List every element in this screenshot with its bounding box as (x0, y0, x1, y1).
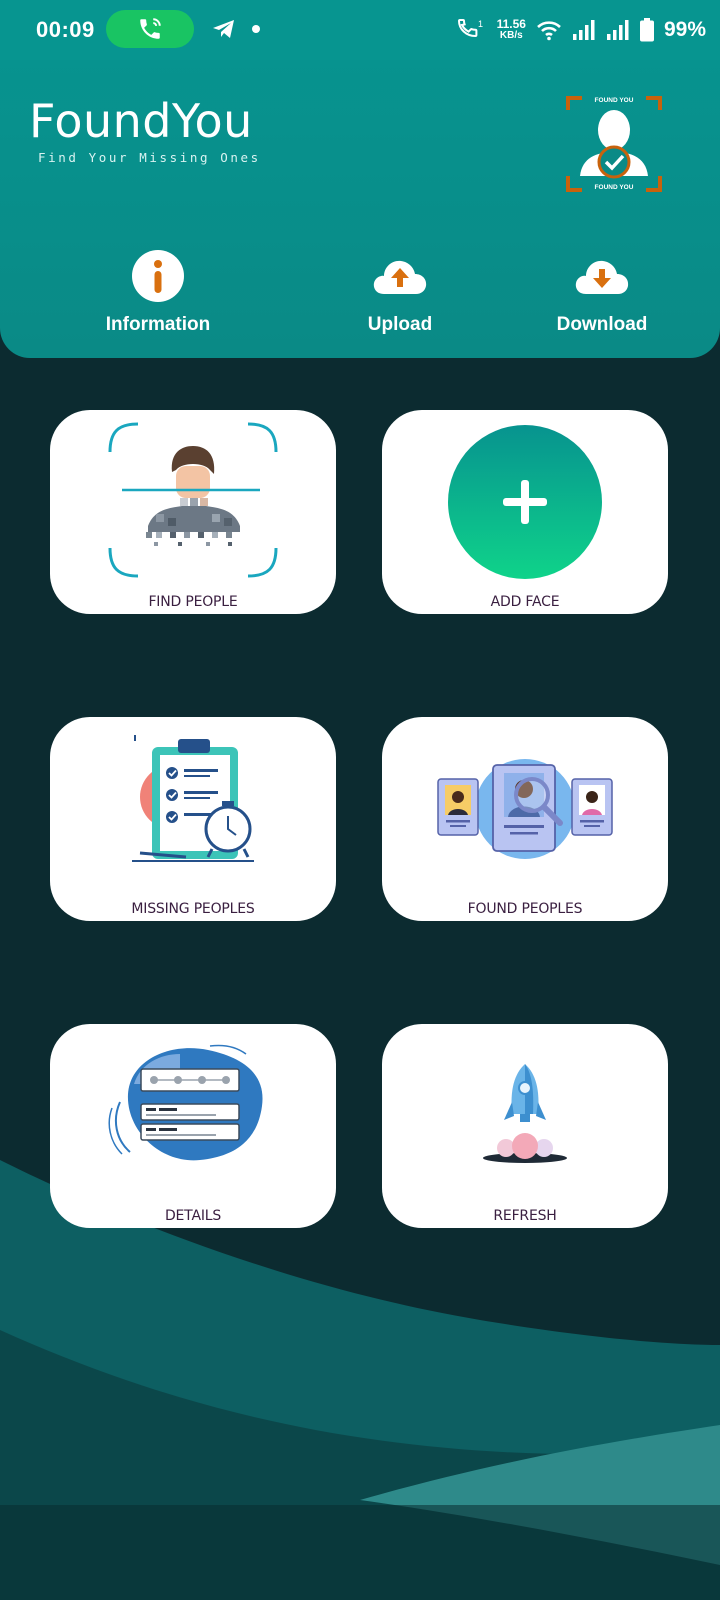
information-label: Information (105, 314, 211, 335)
add-face-label: ADD FACE (490, 594, 560, 610)
upload-button[interactable]: Upload (355, 246, 445, 336)
network-speed: 11.56 KB/s (496, 17, 526, 41)
rocket-illustration (483, 1064, 567, 1163)
logo-text-bottom: FOUND YOU (595, 184, 634, 191)
find-people-label: FIND PEOPLE (148, 594, 238, 610)
battery-icon (639, 18, 654, 42)
battery-percent: 99% (663, 18, 706, 41)
cloud-download-icon (575, 260, 629, 294)
add-face-card[interactable]: ADD FACE (382, 410, 668, 614)
missing-peoples-label: MISSING PEOPLES (131, 901, 255, 917)
notification-dot (252, 25, 260, 33)
signal-1-icon (572, 20, 595, 40)
missing-peoples-card[interactable]: MISSING PEOPLES (50, 717, 336, 921)
telegram-icon (213, 20, 234, 38)
status-time: 00:09 (36, 17, 95, 42)
add-face-illustration (448, 425, 602, 579)
phone-call-icon (140, 18, 161, 39)
face-scan-illustration (108, 422, 278, 578)
wifi-icon (537, 21, 561, 41)
found-peoples-label: FOUND PEOPLES (467, 901, 583, 917)
refresh-card[interactable]: REFRESH (382, 1024, 668, 1228)
details-card[interactable]: DETAILS (50, 1024, 336, 1228)
upload-label: Upload (367, 314, 433, 335)
app-title: FoundYou (29, 94, 253, 148)
app-subtitle: Find Your Missing Ones (38, 150, 261, 165)
svg-text:1: 1 (478, 19, 483, 29)
details-list-illustration (108, 1044, 263, 1161)
download-label: Download (556, 314, 648, 335)
logo-text-top: FOUND YOU (595, 97, 634, 104)
find-people-card[interactable]: FIND PEOPLE (50, 410, 336, 614)
found-peoples-card[interactable]: FOUND PEOPLES (382, 717, 668, 921)
header-panel: FoundYou Find Your Missing Ones FOUND YO… (0, 58, 720, 358)
refresh-label: REFRESH (493, 1208, 557, 1224)
profile-search-illustration (437, 759, 613, 859)
signal-2-icon (606, 20, 629, 40)
details-label: DETAILS (164, 1208, 222, 1224)
ongoing-call-pill[interactable] (106, 10, 194, 48)
info-icon (132, 250, 184, 302)
checklist-clock-illustration (132, 735, 254, 862)
volte-call-icon: 1 (457, 19, 483, 38)
cloud-upload-icon (373, 260, 427, 294)
status-bar: 00:09 1 11.56 KB/s 99% (0, 0, 720, 60)
download-button[interactable]: Download (553, 246, 651, 336)
app-logo: FOUND YOU FOUND YOU (566, 96, 662, 192)
information-button[interactable]: Information (104, 246, 212, 336)
